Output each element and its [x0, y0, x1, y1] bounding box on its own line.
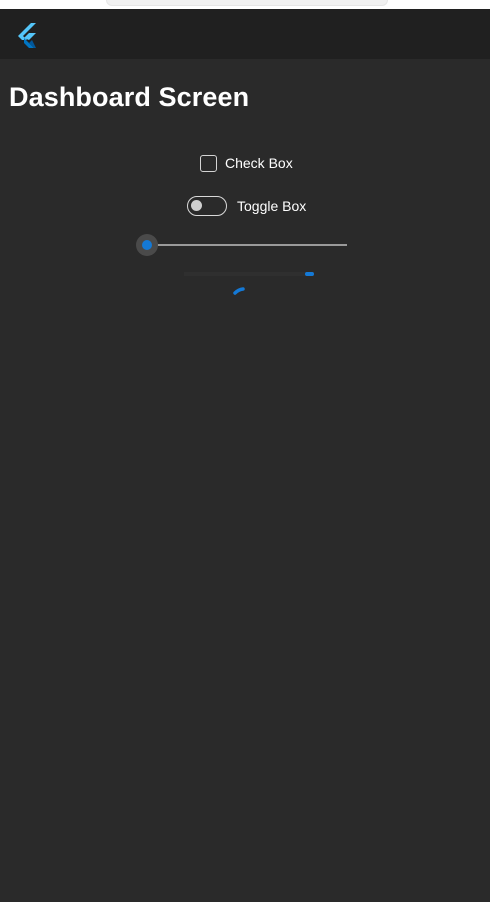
app-bar	[0, 9, 490, 59]
slider-thumb[interactable]	[142, 240, 152, 250]
circular-progress-indicator	[233, 287, 245, 295]
check-box[interactable]	[200, 154, 217, 172]
checkbox-row: Check Box	[200, 152, 293, 174]
slider-track	[147, 244, 347, 246]
value-slider[interactable]	[135, 234, 349, 256]
spinner-arc	[233, 287, 245, 295]
linear-progress-bar	[305, 272, 314, 276]
address-bar-edge	[106, 0, 388, 6]
flutter-logo-icon	[18, 23, 36, 48]
toggle-label: Toggle Box	[237, 198, 307, 214]
page-title: Dashboard Screen	[9, 82, 250, 112]
check-box-label: Check Box	[225, 155, 293, 171]
toggle-row: Toggle Box	[187, 195, 306, 217]
toggle-switch[interactable]	[187, 196, 227, 216]
browser-top-strip	[0, 0, 490, 9]
toggle-knob	[191, 200, 202, 211]
linear-progress-indicator	[184, 272, 314, 276]
